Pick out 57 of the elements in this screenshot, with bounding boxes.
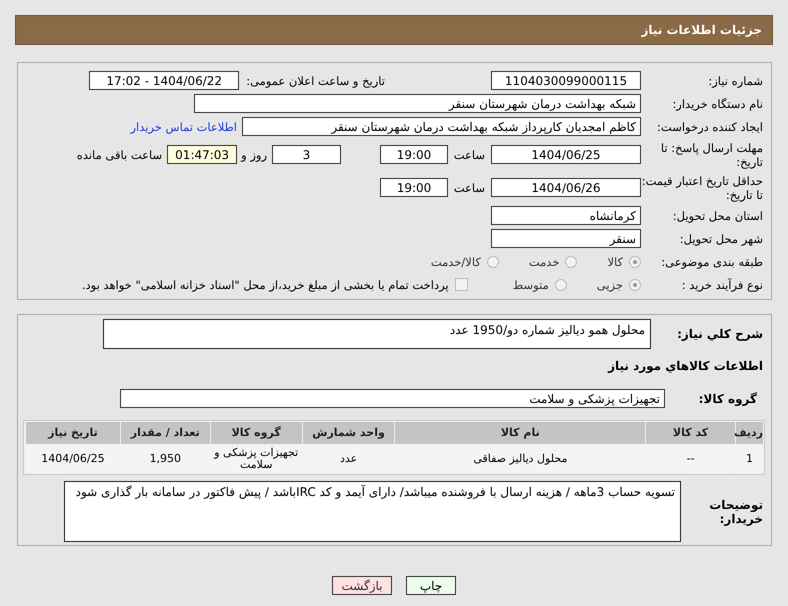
field-label: شهر محل تحویل: — [678, 232, 764, 246]
column-header: تعداد / مقدار — [120, 422, 210, 444]
field-label: مهلت ارسال پاسخ: تا تاریخ: — [660, 140, 764, 168]
field-label: ساعت — [452, 180, 485, 194]
table-cell: 1,950 — [120, 445, 210, 473]
contact-link[interactable]: اطلاعات تماس خریدار — [130, 120, 237, 134]
column-header: واحد شمارش — [302, 422, 394, 444]
notes-textarea[interactable]: تسویه حساب 3ماهه / هزینه ارسال با فروشنده میباشد/ دارای آیمد و کد IRCباشد / پیش فاکتور در سامانه بار گذاری شود — [64, 481, 681, 542]
payment-label: پرداخت تمام یا بخشی از مبلغ خرید،از محل "اسناد خزانه اسلامی" خواهد بود. — [82, 278, 449, 292]
table-cell: محلول دیالیز صفاقی — [396, 445, 646, 473]
countdown-field: 01:47:03 — [167, 145, 238, 164]
field-label: استان محل تحویل: — [672, 208, 764, 222]
process-radio[interactable]: جزیی — [596, 278, 641, 292]
description-textarea[interactable]: محلول همو دیالیز شماره دو/1950 عدد — [103, 319, 651, 349]
announce-date-field: 1404/06/22 - 17:02 — [89, 71, 240, 90]
table-cell: تجهیزات پزشکی و سلامت — [210, 445, 302, 473]
field-label: توضیحات خریدار: — [708, 498, 764, 526]
date-field: 1404/06/25 — [491, 145, 641, 164]
section-heading: اطلاعات کالاهاي مورد نياز — [606, 359, 764, 373]
field-label: ایجاد کننده درخواست: — [656, 120, 764, 134]
need-number-field: 1104030099000115 — [491, 71, 641, 90]
province-field: کرمانشاه — [491, 206, 641, 225]
back-button[interactable]: بازگشت — [332, 576, 392, 595]
date-field: 1404/06/26 — [491, 178, 641, 197]
city-field: سنقر — [491, 229, 641, 248]
page-title: جزئیات اطلاعات نیاز — [641, 23, 762, 37]
table-cell: -- — [646, 445, 736, 473]
payment-checkbox[interactable] — [454, 278, 468, 291]
field-label: ساعت — [452, 148, 485, 162]
column-header: تاریخ نیاز — [26, 422, 120, 444]
field-label: ساعت باقی مانده — [76, 148, 162, 162]
column-header: ردیف — [736, 422, 763, 444]
field-label: روز و — [241, 148, 267, 162]
time-field: 19:00 — [380, 145, 448, 164]
field-label: تاریخ و ساعت اعلان عمومی: — [246, 74, 385, 88]
field-label: نام دستگاه خریدار: — [671, 96, 764, 110]
process-radio[interactable]: متوسط — [512, 278, 567, 292]
print-button[interactable]: چاپ — [406, 576, 456, 595]
category-radio[interactable]: کالا/خدمت — [430, 254, 499, 268]
field-label: نوع فرآیند خرید : — [680, 278, 764, 292]
column-header: نام کالا — [395, 422, 646, 444]
table-cell: 1404/06/25 — [26, 445, 120, 473]
category-radio[interactable]: خدمت — [528, 254, 578, 268]
column-header: کد کالا — [646, 422, 735, 444]
field-label: طبقه بندی موضوعی: — [660, 254, 764, 268]
field-label: شماره نیاز: — [707, 74, 764, 88]
field-label: شرح کلي نياز: — [676, 326, 764, 341]
days-field: 3 — [272, 145, 341, 164]
table-cell: 1 — [736, 445, 763, 473]
time-field: 19:00 — [380, 178, 448, 197]
requester-field: کاظم امجدیان کارپرداز شبکه بهداشت درمان شهرستان سنقر — [242, 117, 641, 136]
category-radio[interactable]: کالا — [607, 254, 641, 268]
buyer-org-field: شبکه بهداشت درمان شهرستان سنقر — [194, 94, 641, 113]
field-label: حداقل تاریخ اعتبار قیمت: تا تاریخ: — [641, 174, 764, 202]
column-header: گروه کالا — [210, 422, 302, 444]
table-cell: عدد — [302, 445, 394, 473]
goods-group-field: تجهیزات پزشکی و سلامت — [120, 389, 665, 408]
